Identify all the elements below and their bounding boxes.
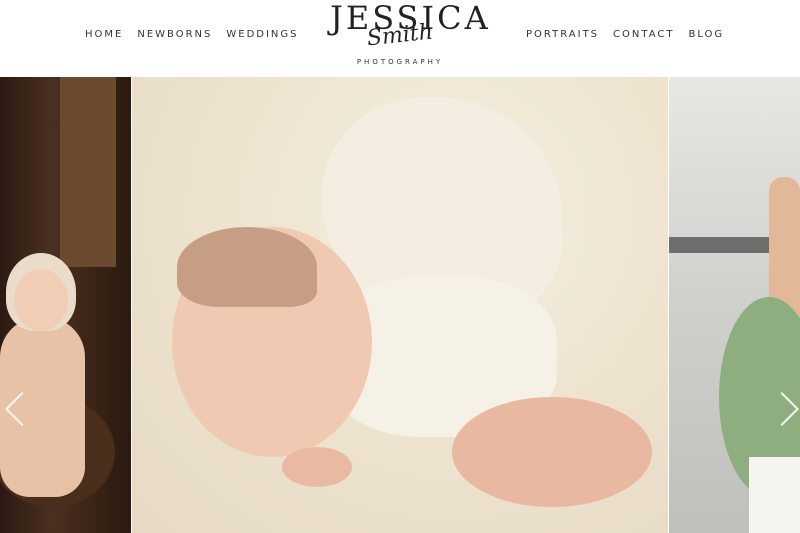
wood-plank: [60, 77, 116, 267]
nav-link-portraits[interactable]: PORTRAITS: [526, 29, 599, 40]
photo-gallery: [0, 77, 800, 533]
gallery-photo-newborn[interactable]: [132, 77, 668, 533]
gallery-photo-baby-bonnet[interactable]: [0, 77, 131, 533]
nav-left: HOME NEWBORNS WEDDINGS: [85, 29, 313, 40]
site-header: HOME NEWBORNS WEDDINGS JESSICA Smith PHO…: [0, 0, 800, 77]
nav-link-blog[interactable]: BLOG: [688, 29, 724, 40]
nav-link-newborns[interactable]: NEWBORNS: [137, 29, 212, 40]
white-dress: [749, 457, 800, 533]
nav-right: PORTRAITS CONTACT BLOG: [526, 29, 738, 40]
newborn-hair: [177, 227, 317, 307]
nav-link-contact[interactable]: CONTACT: [613, 29, 674, 40]
newborn-hand: [282, 447, 352, 487]
site-logo[interactable]: JESSICA Smith PHOTOGRAPHY: [330, 0, 488, 72]
nav-link-home[interactable]: HOME: [85, 29, 123, 40]
gallery-photo-bride[interactable]: [669, 77, 800, 533]
baby-face: [14, 269, 68, 331]
nav-link-weddings[interactable]: WEDDINGS: [226, 29, 298, 40]
logo-sub-text: PHOTOGRAPHY: [356, 58, 444, 66]
newborn-legs: [452, 397, 652, 507]
